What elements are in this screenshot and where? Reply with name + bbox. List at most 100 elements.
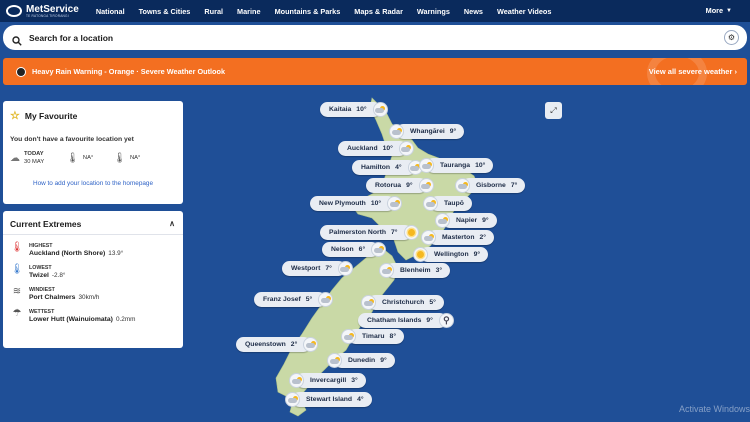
extreme-label: LOWEST xyxy=(29,265,52,271)
severe-weather-banner[interactable]: Heavy Rain Warning - Orange · Severe Wea… xyxy=(3,58,747,85)
city-pill[interactable]: Blenheim 3° xyxy=(379,263,451,278)
nav-link-rural[interactable]: Rural xyxy=(204,7,223,16)
city-temp: 8° xyxy=(389,333,397,340)
city-temp: 9° xyxy=(426,317,433,324)
city-name: Gisborne xyxy=(476,182,506,189)
city-pill[interactable]: Rotorua 9° xyxy=(366,178,434,193)
city-temp: 9° xyxy=(449,128,457,135)
cloud-sun-icon xyxy=(419,158,434,173)
nav-more-button[interactable]: More ▼ xyxy=(706,6,732,15)
city-pill[interactable]: Napier 9° xyxy=(435,213,497,228)
city-temp: 4° xyxy=(357,396,364,403)
nav-link-maps-radar[interactable]: Maps & Radar xyxy=(354,7,403,16)
na-temp-min: NA° xyxy=(129,155,141,161)
city-temp: 9° xyxy=(380,357,387,364)
cloud-sun-icon xyxy=(398,141,414,156)
city-pill[interactable]: Franz Josef 5° xyxy=(254,292,334,307)
city-name: Auckland xyxy=(347,145,378,152)
sun-icon xyxy=(413,247,428,262)
nav-link-towns-cities[interactable]: Towns & Cities xyxy=(139,7,191,16)
city-pill[interactable]: Timaru 8° xyxy=(341,329,405,344)
chevron-down-icon: ▼ xyxy=(726,7,732,14)
nav-link-national[interactable]: National xyxy=(96,7,125,16)
city-pill[interactable]: New Plymouth 10° xyxy=(310,196,403,211)
city-temp: 9° xyxy=(482,217,489,224)
view-all-severe-weather-link[interactable]: View all severe weather › xyxy=(649,67,737,76)
extreme-location: Lower Hutt (Wainuiomata) xyxy=(29,316,113,323)
extreme-value: -2.8° xyxy=(51,272,66,279)
rain-cloud-icon: ☂ xyxy=(12,308,22,319)
city-pill[interactable]: Nelson 6° xyxy=(322,242,387,257)
metservice-logo[interactable]: MetService TE RATONGA TIRORANGI xyxy=(6,3,79,18)
city-pill[interactable]: Christchurch 5° xyxy=(361,295,444,310)
city-pill[interactable]: Gisborne 7° xyxy=(455,178,526,193)
nav-link-warnings[interactable]: Warnings xyxy=(417,7,450,16)
cloud-sun-icon xyxy=(379,263,394,278)
city-temp: 10° xyxy=(370,200,382,207)
how-to-add-location-link[interactable]: How to add your location to the homepage xyxy=(3,166,183,187)
extreme-value: 0.2mm xyxy=(115,316,136,323)
city-pill[interactable]: Chatham Islands 9° ⚲ xyxy=(358,313,454,328)
city-pill[interactable]: Taupō xyxy=(423,196,472,211)
map-expand-button[interactable]: ⤢ xyxy=(545,102,562,119)
my-favourite-header: ☆ My Favourite xyxy=(3,101,183,122)
cloud-sun-icon xyxy=(387,196,403,211)
nav-link-mountains-parks[interactable]: Mountains & Parks xyxy=(275,7,341,16)
nav-link-news[interactable]: News xyxy=(464,7,483,16)
search-input[interactable] xyxy=(29,32,669,43)
city-temp: 10° xyxy=(382,145,393,152)
current-extremes-title: Current Extremes xyxy=(10,219,82,229)
city-pill[interactable]: Hamilton 4° xyxy=(352,160,423,175)
city-pill[interactable]: Palmerston North 7° xyxy=(320,225,419,240)
city-pill[interactable]: Auckland 10° xyxy=(338,141,414,156)
city-name: Palmerston North xyxy=(329,229,387,236)
cloud-sun-icon xyxy=(303,337,319,352)
city-name: Invercargill xyxy=(310,377,347,384)
cloud-sun-icon xyxy=(285,392,300,407)
nav-link-marine[interactable]: Marine xyxy=(237,7,261,16)
cloud-sun-icon xyxy=(435,213,450,228)
cloud-sun-icon xyxy=(423,196,438,211)
city-temp: 5° xyxy=(429,299,436,306)
city-name: Dunedin xyxy=(348,357,376,364)
city-name: Franz Josef xyxy=(263,296,301,303)
brand-name: MetService xyxy=(26,3,79,15)
extreme-label: HIGHEST xyxy=(29,243,53,249)
city-pill[interactable]: Invercargill 3° xyxy=(289,373,366,388)
city-pill[interactable]: Kaitaia 10° xyxy=(320,102,388,117)
warning-icon xyxy=(16,66,26,77)
city-pill[interactable]: Whangārei 9° xyxy=(389,124,465,139)
extreme-lowest: 🌡 LOWEST Twizel -2.8° xyxy=(3,257,183,279)
city-pill[interactable]: Queenstown 2° xyxy=(236,337,319,352)
cloud-sun-icon xyxy=(389,124,404,139)
city-name: Wellington xyxy=(434,251,469,258)
city-pill[interactable]: Masterton 2° xyxy=(421,230,494,245)
settings-icon: ⚙ xyxy=(727,33,736,42)
city-name: Hamilton xyxy=(361,164,391,171)
city-pill[interactable]: Westport 7° xyxy=(282,261,353,276)
city-name: Napier xyxy=(456,217,478,224)
city-pill[interactable]: Stewart Island 4° xyxy=(285,392,372,407)
thermometer-low-icon: 🌡 xyxy=(113,152,126,164)
cloud-sun-icon xyxy=(455,178,470,193)
nav-link-weather-videos[interactable]: Weather Videos xyxy=(497,7,551,16)
city-pill[interactable]: Wellington 9° xyxy=(413,247,489,262)
location-settings-button[interactable]: ⚙ xyxy=(724,30,739,45)
current-extremes-header[interactable]: Current Extremes ∧ xyxy=(3,211,183,235)
city-name: Blenheim xyxy=(400,267,431,274)
extreme-label: WINDIEST xyxy=(29,287,55,293)
chevron-up-icon[interactable]: ∧ xyxy=(169,219,175,234)
cloud-icon: ☁ xyxy=(10,152,20,164)
cloud-sun-icon xyxy=(327,353,342,368)
extreme-location: Twizel xyxy=(29,272,49,279)
city-pill[interactable]: Tauranga 10° xyxy=(419,158,494,173)
warning-text: Heavy Rain Warning - Orange · Severe Wea… xyxy=(32,67,226,76)
extreme-highest: 🌡 HIGHEST Auckland (North Shore) 13.9° xyxy=(3,235,183,257)
city-name: Chatham Islands xyxy=(367,317,422,324)
extreme-windiest: ≋ WINDIEST Port Chalmers 30km/h xyxy=(3,279,183,301)
city-pill[interactable]: Dunedin 9° xyxy=(327,353,395,368)
city-temp: 7° xyxy=(325,265,332,272)
cloud-sun-icon xyxy=(337,261,353,276)
wind-icon: ≋ xyxy=(12,286,22,297)
city-temp: 2° xyxy=(479,234,486,241)
